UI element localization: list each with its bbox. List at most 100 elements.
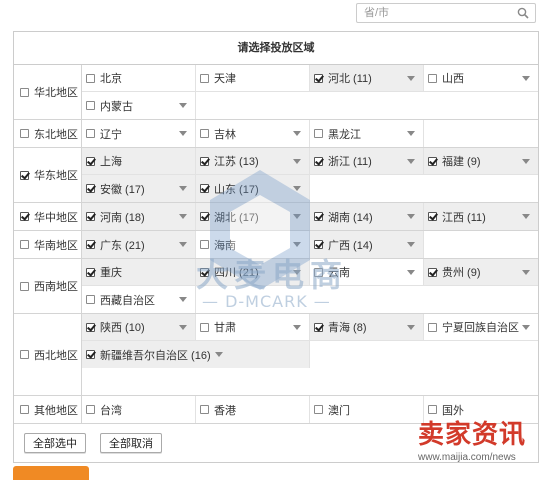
chevron-down-icon[interactable] — [293, 214, 301, 219]
province-item[interactable]: 北京 — [82, 65, 196, 92]
province-checkbox[interactable] — [86, 322, 95, 332]
province-item[interactable]: 西藏自治区 — [82, 286, 196, 313]
province-item[interactable]: 天津 — [196, 65, 310, 92]
chevron-down-icon[interactable] — [407, 242, 415, 247]
region-checkbox[interactable] — [20, 87, 29, 97]
province-checkbox[interactable] — [86, 267, 95, 277]
province-item[interactable]: 辽宁 — [82, 120, 196, 147]
chevron-down-icon[interactable] — [179, 242, 187, 247]
chevron-down-icon[interactable] — [179, 297, 187, 302]
region-checkbox[interactable] — [20, 405, 29, 414]
region-checkbox-label[interactable]: 西北地区 — [14, 314, 82, 395]
province-item[interactable]: 澳门 — [310, 396, 424, 423]
province-item[interactable]: 浙江 (11) — [310, 148, 424, 175]
province-checkbox[interactable] — [314, 156, 323, 166]
province-item[interactable]: 广东 (21) — [82, 231, 196, 258]
province-checkbox[interactable] — [200, 156, 209, 166]
chevron-down-icon[interactable] — [522, 159, 530, 164]
province-checkbox[interactable] — [428, 405, 437, 414]
province-item[interactable]: 河北 (11) — [310, 65, 424, 92]
province-checkbox[interactable] — [86, 129, 95, 138]
province-item[interactable]: 海南 — [196, 231, 310, 258]
region-checkbox[interactable] — [20, 170, 29, 180]
province-checkbox[interactable] — [428, 322, 437, 332]
province-item[interactable]: 河南 (18) — [82, 203, 196, 230]
province-item[interactable]: 湖北 (17) — [196, 203, 310, 230]
province-checkbox[interactable] — [86, 156, 95, 166]
province-item[interactable]: 江苏 (13) — [196, 148, 310, 175]
chevron-down-icon[interactable] — [407, 131, 415, 136]
province-item[interactable]: 云南 — [310, 259, 424, 286]
chevron-down-icon[interactable] — [407, 76, 415, 81]
province-item[interactable]: 广西 (14) — [310, 231, 424, 258]
chevron-down-icon[interactable] — [407, 270, 415, 275]
chevron-down-icon[interactable] — [522, 270, 530, 275]
province-checkbox[interactable] — [86, 101, 95, 110]
province-checkbox[interactable] — [86, 184, 95, 193]
province-checkbox[interactable] — [428, 212, 437, 221]
chevron-down-icon[interactable] — [522, 214, 530, 219]
province-checkbox[interactable] — [314, 73, 323, 83]
province-item[interactable]: 台湾 — [82, 396, 196, 423]
province-item[interactable]: 青海 (8) — [310, 314, 424, 341]
province-item[interactable]: 江西 (11) — [424, 203, 538, 230]
province-checkbox[interactable] — [314, 129, 323, 138]
province-checkbox[interactable] — [428, 267, 437, 277]
province-checkbox[interactable] — [314, 405, 323, 414]
cancel-all-button[interactable]: 全部取消 — [100, 433, 162, 453]
province-item[interactable]: 陕西 (10) — [82, 314, 196, 341]
region-checkbox-label[interactable]: 华东地区 — [14, 148, 82, 202]
region-checkbox[interactable] — [20, 129, 29, 138]
province-item[interactable]: 山东 (17) — [196, 175, 310, 202]
chevron-down-icon[interactable] — [407, 159, 415, 164]
province-checkbox[interactable] — [314, 322, 323, 332]
province-checkbox[interactable] — [428, 156, 437, 166]
submit-button-partial[interactable] — [13, 466, 89, 480]
region-checkbox[interactable] — [20, 240, 29, 249]
province-checkbox[interactable] — [314, 267, 323, 277]
province-checkbox[interactable] — [86, 405, 95, 414]
province-item[interactable]: 山西 — [424, 65, 538, 92]
province-item[interactable]: 内蒙古 — [82, 92, 196, 119]
chevron-down-icon[interactable] — [293, 325, 301, 330]
province-item[interactable]: 甘肃 — [196, 314, 310, 341]
chevron-down-icon[interactable] — [293, 131, 301, 136]
region-checkbox-label[interactable]: 西南地区 — [14, 259, 82, 313]
province-checkbox[interactable] — [86, 295, 95, 304]
chevron-down-icon[interactable] — [179, 325, 187, 330]
province-item[interactable]: 贵州 (9) — [424, 259, 538, 286]
chevron-down-icon[interactable] — [293, 159, 301, 164]
province-checkbox[interactable] — [200, 184, 209, 193]
province-item[interactable]: 国外 — [424, 396, 538, 423]
province-checkbox[interactable] — [200, 240, 209, 249]
province-checkbox[interactable] — [200, 405, 209, 414]
province-checkbox[interactable] — [200, 73, 209, 83]
province-item[interactable]: 新疆维吾尔自治区 (16) — [82, 341, 310, 368]
search-input[interactable] — [357, 4, 514, 22]
province-checkbox[interactable] — [86, 350, 95, 359]
chevron-down-icon[interactable] — [407, 214, 415, 219]
chevron-down-icon[interactable] — [214, 352, 223, 357]
search-icon[interactable] — [517, 7, 529, 19]
province-item[interactable]: 宁夏回族自治区 — [424, 314, 538, 341]
region-checkbox-label[interactable]: 华南地区 — [14, 231, 82, 258]
region-checkbox[interactable] — [20, 212, 29, 221]
province-item[interactable]: 吉林 — [196, 120, 310, 147]
chevron-down-icon[interactable] — [179, 186, 187, 191]
chevron-down-icon[interactable] — [179, 131, 187, 136]
province-checkbox[interactable] — [200, 212, 209, 221]
province-checkbox[interactable] — [200, 129, 209, 138]
province-checkbox[interactable] — [200, 267, 209, 277]
province-checkbox[interactable] — [86, 73, 95, 83]
region-checkbox-label[interactable]: 华中地区 — [14, 203, 82, 230]
select-all-button[interactable]: 全部选中 — [24, 433, 86, 453]
province-checkbox[interactable] — [314, 212, 323, 221]
province-item[interactable]: 湖南 (14) — [310, 203, 424, 230]
region-checkbox[interactable] — [20, 281, 29, 291]
chevron-down-icon[interactable] — [179, 214, 187, 219]
province-item[interactable]: 香港 — [196, 396, 310, 423]
chevron-down-icon[interactable] — [293, 270, 301, 275]
search-box[interactable] — [356, 3, 536, 23]
province-checkbox[interactable] — [86, 212, 95, 221]
province-checkbox[interactable] — [200, 322, 209, 332]
